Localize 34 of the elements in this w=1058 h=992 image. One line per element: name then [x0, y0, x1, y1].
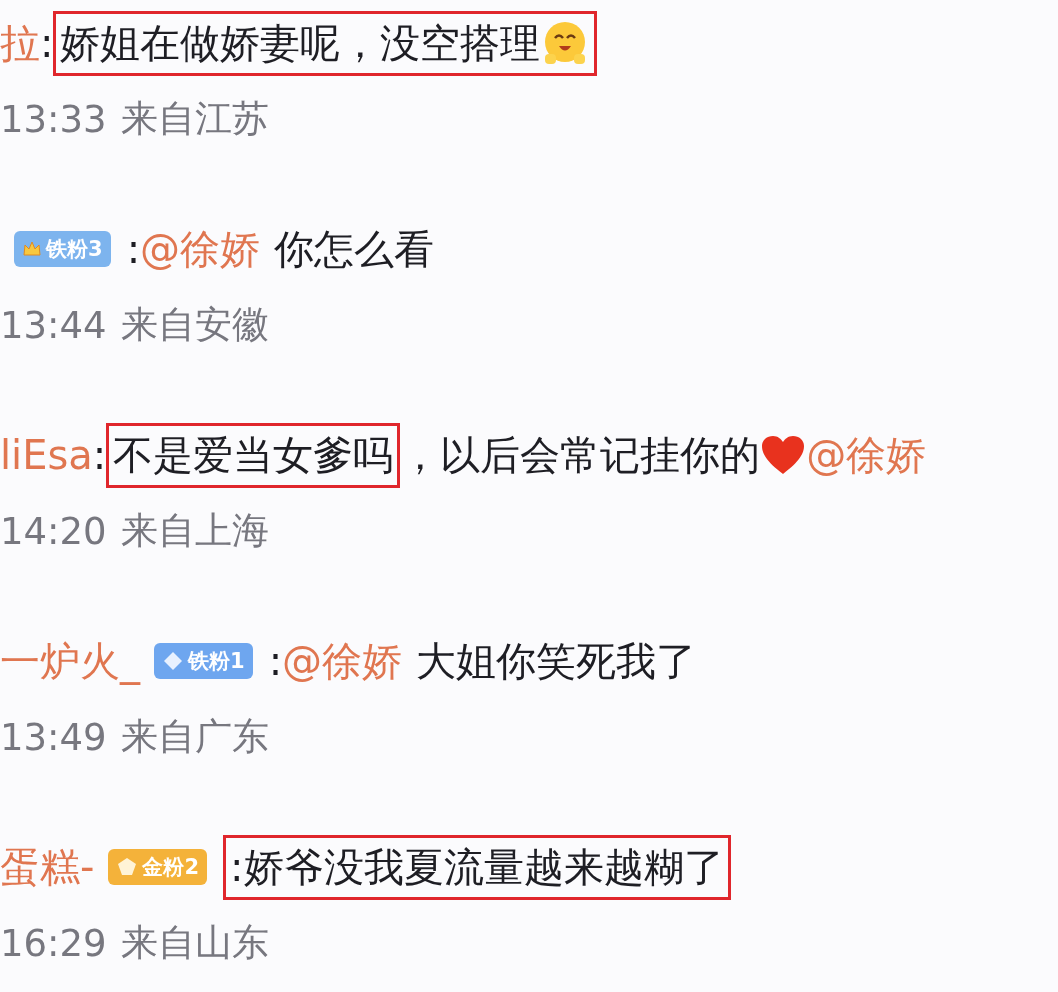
comment-text: 你怎么看 [274, 224, 435, 274]
comment-location: 来自山东 [120, 920, 269, 966]
mention-link[interactable]: @徐娇 [282, 633, 403, 689]
comment-text: : [92, 432, 107, 478]
heart-icon [760, 434, 807, 476]
crown-icon [22, 239, 42, 259]
comment-text: : [126, 226, 141, 272]
gem-icon [116, 856, 139, 878]
diamond-icon [162, 650, 184, 672]
comment-text: ，以后会常记挂你的 [400, 430, 761, 480]
mention-link[interactable]: @徐娇 [140, 221, 261, 277]
username[interactable]: 蛋糕- [0, 839, 95, 895]
fan-badge: 铁粉3 [14, 231, 111, 267]
comment-time: 13:49 [0, 715, 107, 759]
username[interactable]: liEsa [0, 432, 93, 478]
comment-location: 来自上海 [120, 508, 269, 554]
comment-text: :娇爷没我夏流量越来越糊了 [230, 842, 724, 892]
comment-time: 14:20 [0, 509, 107, 553]
comment-time: 13:33 [0, 97, 107, 141]
comment-location: 来自安徽 [120, 302, 269, 348]
comment-text: 娇姐在做娇妻呢，没空搭理 [60, 18, 541, 68]
username[interactable]: 一炉火_ [0, 633, 140, 689]
fan-badge: 铁粉1 [154, 643, 253, 679]
comment-time: 13:44 [0, 303, 107, 347]
comment-text: : [268, 638, 283, 684]
comment-text: 大姐你笑死我了 [416, 636, 697, 686]
comment-location: 来自江苏 [120, 96, 269, 142]
comment-text: : [40, 20, 54, 66]
comment-location: 来自广东 [120, 714, 269, 760]
fan-badge: 金粉2 [108, 849, 208, 885]
username[interactable]: 拉 [0, 15, 40, 71]
comment-time: 16:29 [0, 921, 107, 965]
mention-link[interactable]: @徐娇 [806, 427, 927, 483]
comment-text: 不是爱当女爹吗 [113, 430, 394, 480]
